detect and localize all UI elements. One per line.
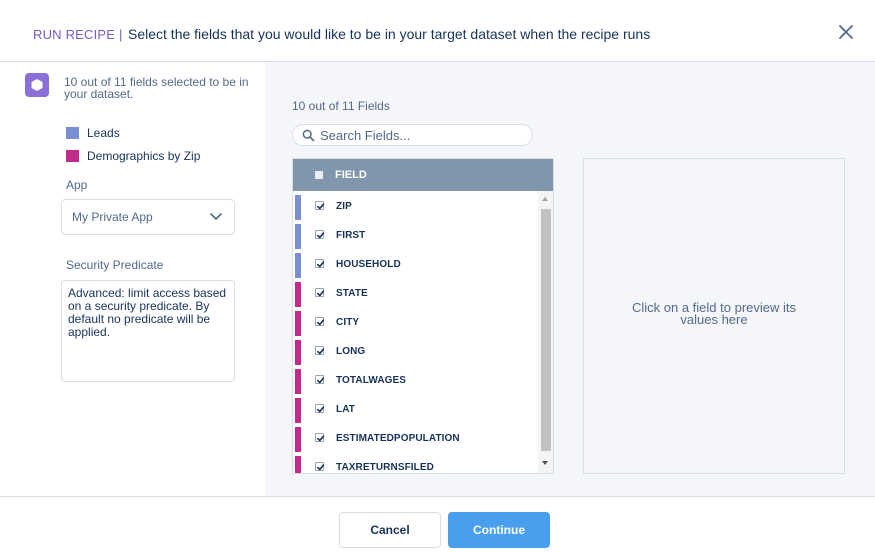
source-color-bar [295, 311, 301, 336]
legend-item-demographics: Demographics by Zip [66, 149, 200, 163]
field-preview-panel: Click on a field to preview its values h… [583, 158, 845, 474]
security-predicate-label: Security Predicate [66, 258, 164, 272]
security-predicate-field[interactable]: Advanced: limit access based on a securi… [61, 280, 235, 382]
field-name: LONG [336, 346, 366, 357]
field-name: TOTALWAGES [336, 375, 407, 386]
scroll-down-arrow-icon[interactable] [542, 461, 548, 465]
checkmark-icon [317, 203, 325, 210]
field-name: HOUSEHOLD [336, 259, 401, 270]
source-color-bar [295, 340, 301, 365]
field-checkbox[interactable] [315, 201, 325, 210]
source-color-bar [295, 456, 301, 473]
legend-label: Leads [87, 126, 120, 140]
field-checkbox[interactable] [315, 433, 325, 442]
source-color-bar [295, 427, 301, 452]
search-fields-box[interactable] [292, 124, 533, 146]
field-name: LAT [336, 404, 355, 415]
field-checkbox[interactable] [315, 230, 325, 239]
field-row-totalwages[interactable]: TOTALWAGES [293, 365, 537, 394]
field-name: ESTIMATEDPOPULATION [336, 433, 460, 444]
leads-color-swatch [66, 127, 79, 139]
field-name: ZIP [336, 201, 352, 212]
legend-item-leads: Leads [66, 126, 120, 140]
source-color-bar [295, 282, 301, 307]
checkmark-icon [317, 232, 325, 239]
field-checkbox[interactable] [315, 259, 325, 268]
modal-title: Select the fields that you would like to… [128, 26, 651, 42]
field-checkbox[interactable] [315, 404, 325, 413]
source-color-bar [295, 369, 301, 394]
field-name: CITY [336, 317, 360, 328]
app-label: App [66, 178, 88, 192]
checkmark-icon [317, 464, 325, 471]
close-button[interactable] [836, 22, 856, 42]
field-name: TAXRETURNSFILED [336, 462, 434, 473]
field-row-lat[interactable]: LAT [293, 394, 537, 423]
source-color-bar [295, 253, 301, 278]
app-select-value: My Private App [72, 210, 153, 224]
checkmark-icon [317, 435, 325, 442]
field-row-zip[interactable]: ZIP [293, 191, 537, 220]
continue-button[interactable]: Continue [448, 512, 550, 548]
search-icon [302, 129, 315, 142]
dataset-settings-panel: 10 out of 11 fields selected to be in yo… [0, 62, 265, 496]
fields-table: FIELD ZIP FIRST HOUSEHOLD STATE CITY LON… [292, 158, 554, 474]
select-all-checkbox[interactable] [315, 171, 323, 179]
table-header: FIELD [293, 159, 553, 191]
field-row-long[interactable]: LONG [293, 336, 537, 365]
field-checkbox[interactable] [315, 375, 325, 384]
field-column-header: FIELD [335, 169, 367, 181]
cancel-button[interactable]: Cancel [339, 512, 441, 548]
checkmark-icon [317, 319, 325, 326]
field-checkbox[interactable] [315, 462, 325, 471]
checkmark-icon [317, 261, 325, 268]
fields-panel: 10 out of 11 Fields FIELD ZIP FIRST [265, 62, 875, 496]
run-recipe-label: RUN RECIPE | [33, 27, 123, 42]
dataset-icon [25, 73, 49, 97]
field-row-state[interactable]: STATE [293, 278, 537, 307]
field-row-estimatedpopulation[interactable]: ESTIMATEDPOPULATION [293, 423, 537, 452]
legend-label: Demographics by Zip [87, 149, 201, 163]
preview-placeholder-text: Click on a field to preview its values h… [631, 300, 796, 327]
scroll-up-arrow-icon[interactable] [542, 197, 548, 201]
search-input[interactable] [320, 126, 525, 144]
fields-scrollbar[interactable] [538, 191, 553, 473]
field-name: STATE [336, 288, 368, 299]
checkmark-icon [317, 377, 325, 384]
field-row-first[interactable]: FIRST [293, 220, 537, 249]
source-color-bar [295, 195, 301, 220]
close-icon[interactable] [836, 22, 856, 42]
checkmark-icon [317, 406, 325, 413]
modal-header: RUN RECIPE | Select the fields that you … [0, 0, 875, 62]
field-row-city[interactable]: CITY [293, 307, 537, 336]
checkmark-icon [317, 290, 325, 297]
source-color-bar [295, 224, 301, 249]
modal-footer: Cancel Continue [0, 496, 875, 552]
field-checkbox[interactable] [315, 288, 325, 297]
app-select[interactable]: My Private App [61, 199, 235, 235]
field-checkbox[interactable] [315, 346, 325, 355]
chevron-down-icon [210, 213, 222, 220]
field-checkbox[interactable] [315, 317, 325, 326]
fields-selected-summary: 10 out of 11 fields selected to be in yo… [64, 75, 249, 101]
field-row-taxreturnsfiled[interactable]: TAXRETURNSFILED [293, 452, 537, 473]
demographics-color-swatch [66, 150, 79, 162]
field-name: FIRST [336, 230, 366, 241]
field-row-household[interactable]: HOUSEHOLD [293, 249, 537, 278]
scrollbar-thumb[interactable] [541, 209, 551, 451]
checkmark-icon [317, 348, 325, 355]
source-color-bar [295, 398, 301, 423]
fields-count: 10 out of 11 Fields [292, 99, 390, 113]
